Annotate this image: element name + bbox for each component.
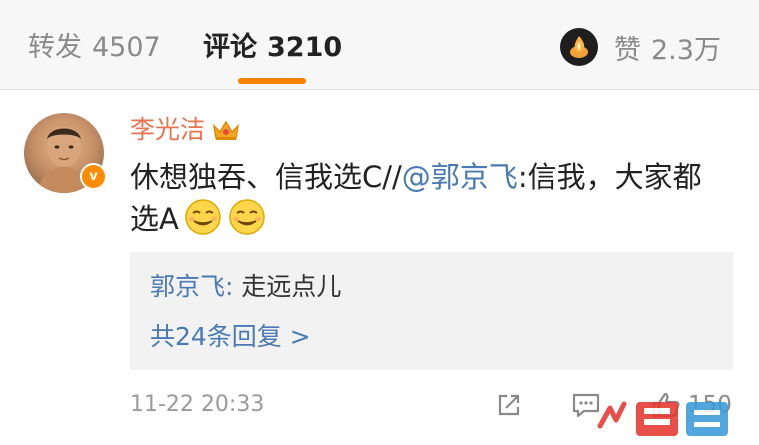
view-replies-link[interactable]: 共24条回复 > (150, 320, 311, 354)
verified-badge-icon: v (80, 163, 107, 190)
tab-repost-label: 转发 (28, 32, 82, 63)
tab-repost-count: 4507 (92, 32, 161, 63)
share-icon (498, 394, 520, 416)
tab-comment-count: 3210 (267, 32, 343, 63)
share-button[interactable] (494, 388, 524, 422)
tab-repost[interactable]: 转发 4507 (28, 30, 161, 66)
tab-likes[interactable]: 赞 2.3万 (560, 27, 721, 67)
likes-count: 2.3万 (651, 34, 721, 66)
tab-bar: 转发 4507 评论 3210 赞 2.3万 (0, 0, 759, 90)
comment-username[interactable]: 李光洁 (130, 113, 241, 147)
reply-text: 走远点儿 (233, 272, 342, 301)
smirk-emoji (185, 199, 221, 235)
comment-text-before: 休想独吞、信我选C// (130, 160, 402, 194)
mention-link[interactable]: @郭京飞 (402, 160, 518, 194)
tab-comment-label: 评论 (203, 32, 257, 63)
likes-label: 赞 (614, 34, 641, 66)
smirk-emoji (229, 199, 265, 235)
reply-preview[interactable]: 郭京飞: 走远点儿 共24条回复 > (130, 252, 733, 370)
reply-author[interactable]: 郭京飞: (150, 272, 233, 301)
active-tab-indicator (238, 78, 306, 84)
comment-body: 休想独吞、信我选C//@郭京飞:信我，大家都选A (130, 157, 730, 239)
crown-icon (212, 120, 240, 140)
comment-timestamp: 11-22 20:33 (130, 392, 265, 417)
tab-comment[interactable]: 评论 3210 (203, 30, 342, 66)
flame-like-icon (560, 28, 598, 66)
comment-username-text: 李光洁 (130, 115, 206, 144)
watermark-logo (597, 401, 728, 436)
avatar[interactable]: v (24, 113, 107, 193)
reply-line: 郭京飞: 走远点儿 (150, 270, 341, 304)
